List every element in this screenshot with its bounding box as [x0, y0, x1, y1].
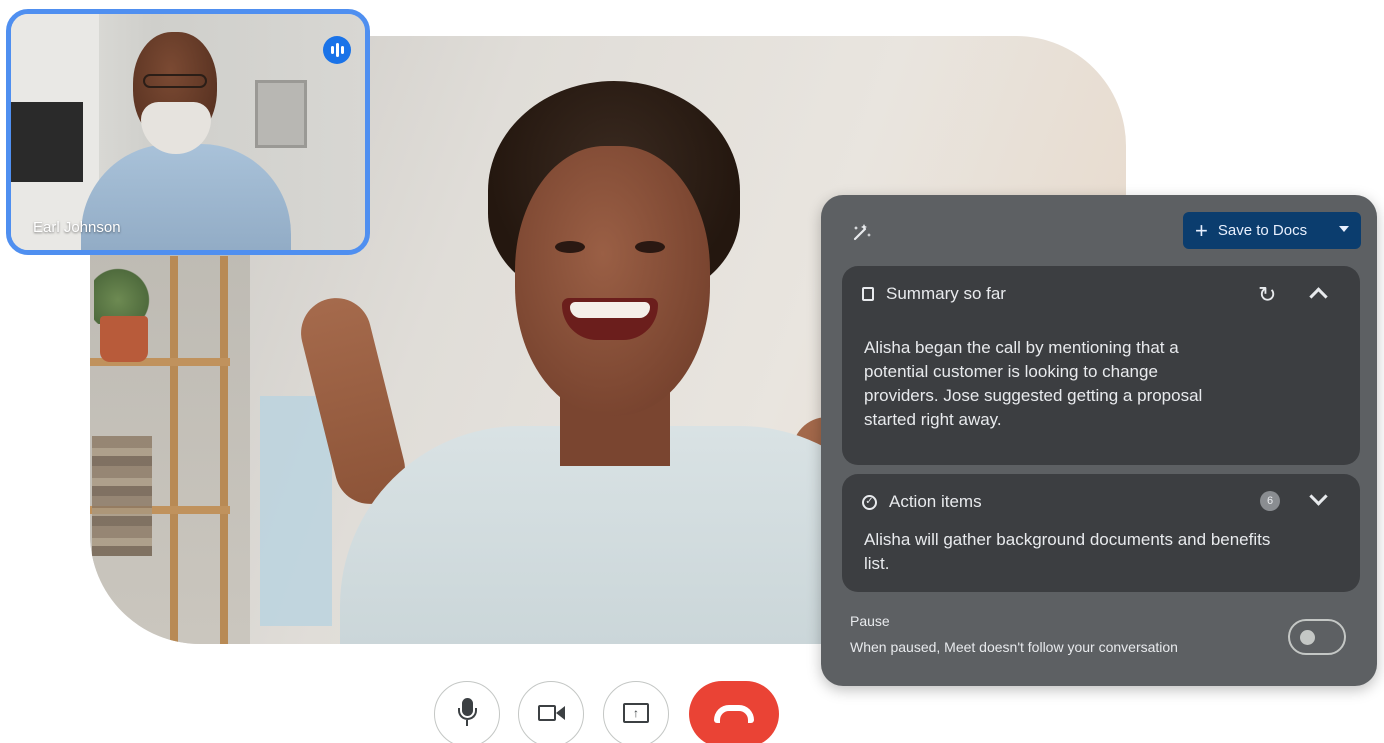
toggle-knob [1300, 630, 1315, 645]
pause-label: Pause [850, 613, 890, 629]
hangup-icon [714, 705, 754, 723]
dropdown-caret-icon[interactable] [1339, 226, 1349, 232]
gemini-sparkle-icon [851, 221, 873, 243]
thumbnail-picture-frame [255, 80, 307, 148]
participant-thumbnail[interactable]: Earl Johnson [6, 9, 370, 255]
pause-toggle[interactable] [1288, 619, 1346, 655]
meet-stage: Earl Johnson + Save to Docs Summary so f… [0, 0, 1384, 743]
refresh-icon[interactable]: ↻ [1258, 284, 1276, 306]
action-items-header[interactable]: ✓ Action items [862, 492, 982, 512]
thumbnail-tv [11, 102, 83, 182]
present-screen-button[interactable]: ↑ [603, 681, 669, 743]
summary-header[interactable]: Summary so far [862, 284, 1006, 304]
speaking-indicator-icon [323, 36, 351, 64]
speaker-face [515, 146, 710, 416]
check-circle-icon: ✓ [862, 494, 877, 510]
summary-card: Summary so far ↻ Alisha began the call b… [842, 266, 1360, 465]
save-to-docs-label: Save to Docs [1217, 222, 1308, 239]
action-item-text: Alisha will gather background documents … [864, 530, 1271, 573]
save-to-docs-button[interactable]: + Save to Docs [1183, 212, 1361, 249]
action-items-card: ✓ Action items 6 Alisha will gather back… [842, 474, 1360, 592]
microphone-button[interactable] [434, 681, 500, 743]
participant-glasses [143, 74, 207, 88]
action-items-title: Action items [889, 492, 982, 511]
camera-icon-lens [556, 706, 565, 720]
speaker-eye [635, 241, 665, 253]
participant-name: Earl Johnson [33, 219, 121, 236]
speaker-teeth [570, 302, 650, 318]
document-icon [862, 287, 874, 301]
pause-description: When paused, Meet doesn't follow your co… [850, 639, 1178, 655]
camera-icon [538, 705, 556, 721]
summary-text: Alisha began the call by mentioning that… [864, 338, 1203, 429]
take-notes-panel: + Save to Docs Summary so far ↻ Alisha b… [821, 195, 1377, 686]
camera-button[interactable] [518, 681, 584, 743]
mic-icon-stem [466, 720, 468, 726]
plus-icon: + [1195, 217, 1208, 243]
speaker-eye [555, 241, 585, 253]
present-icon: ↑ [623, 703, 649, 723]
action-items-count-badge: 6 [1260, 491, 1280, 511]
summary-title: Summary so far [886, 284, 1006, 303]
mic-icon-arc [458, 708, 477, 720]
chevron-up-icon[interactable] [1309, 287, 1328, 306]
leave-call-button[interactable] [689, 681, 779, 743]
chevron-down-icon[interactable] [1309, 487, 1328, 506]
